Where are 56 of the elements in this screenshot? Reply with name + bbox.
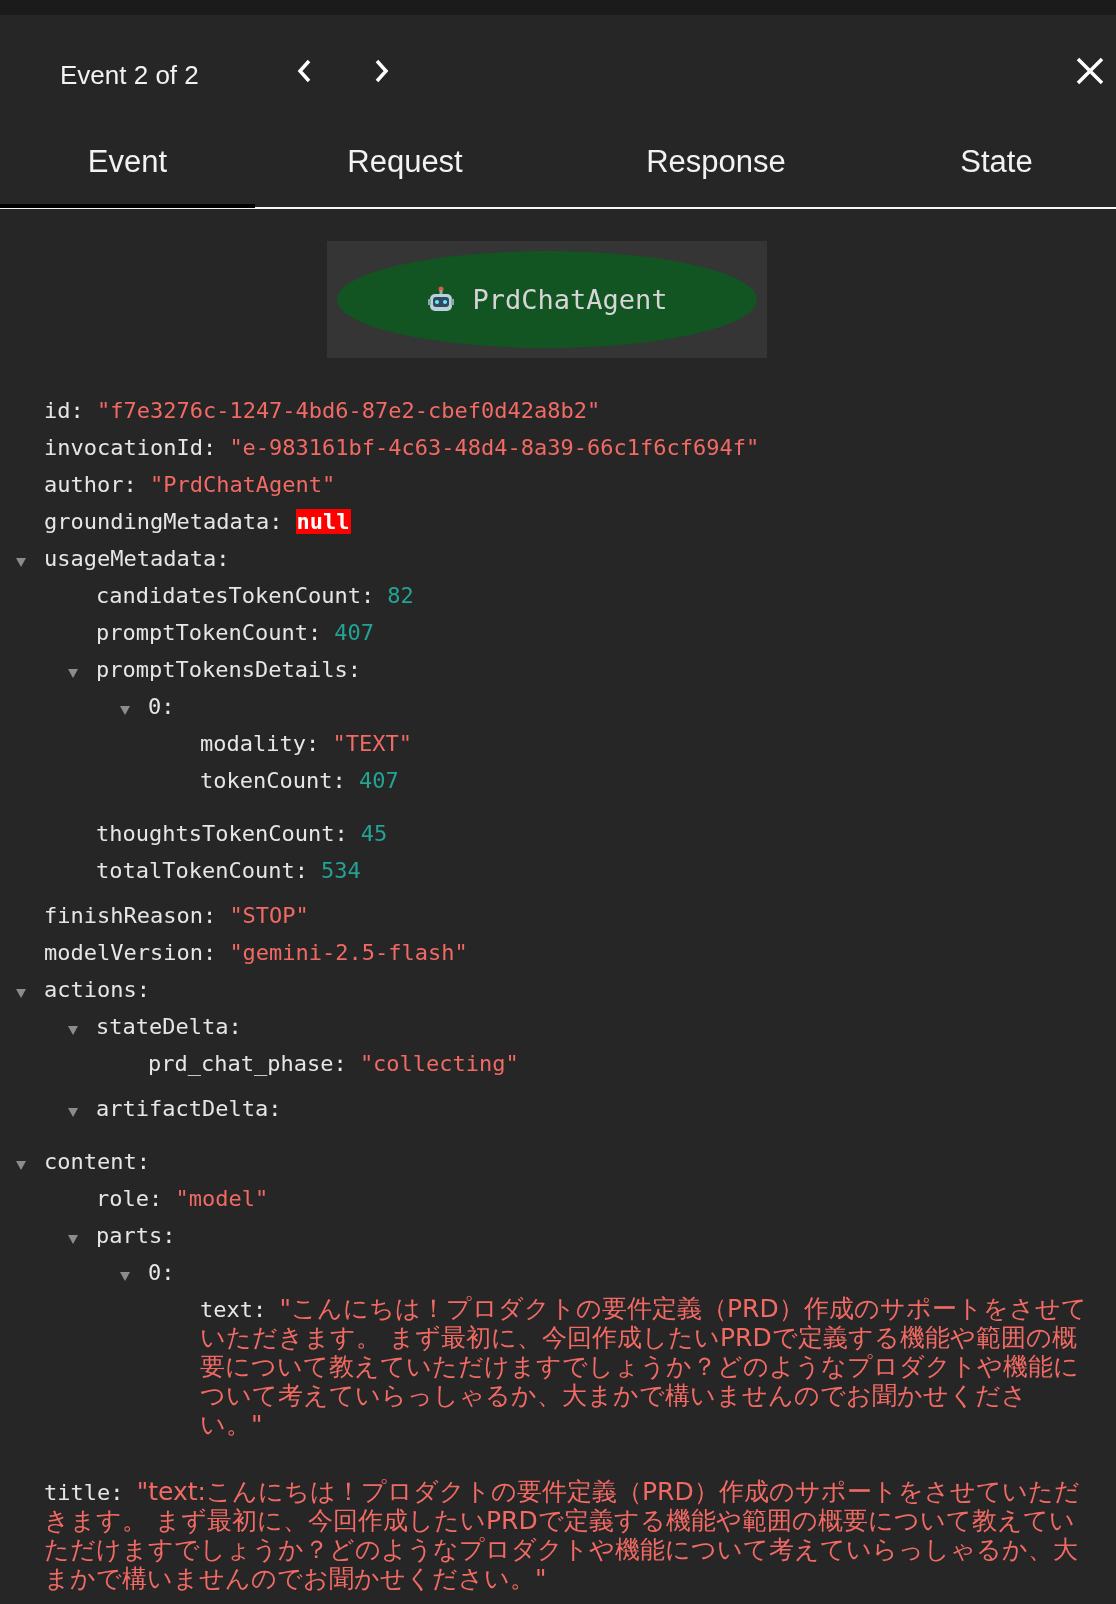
tree-key: tokenCount: bbox=[200, 768, 346, 793]
agent-name: PrdChatAgent bbox=[472, 284, 668, 315]
collapse-caret-icon[interactable] bbox=[16, 556, 26, 567]
string-value: "model" bbox=[175, 1186, 269, 1211]
tab[interactable]: Event bbox=[0, 125, 255, 208]
tree-key: modelVersion: bbox=[44, 940, 217, 965]
string-value: "STOP" bbox=[229, 903, 309, 928]
tree-key: role: bbox=[96, 1186, 163, 1211]
null-value: null bbox=[295, 509, 351, 534]
tree-key: 0: bbox=[148, 1260, 175, 1285]
collapse-caret-icon[interactable] bbox=[68, 667, 78, 678]
number-value: 407 bbox=[358, 768, 399, 793]
tree-key: author: bbox=[44, 472, 137, 497]
string-value: "f7e3276c-1247-4bd6-87e2-cbef0d42a8b2" bbox=[96, 398, 601, 423]
tree-key: usageMetadata: bbox=[44, 546, 230, 571]
collapse-caret-icon[interactable] bbox=[16, 1159, 26, 1170]
number-value: 82 bbox=[387, 583, 414, 608]
text-entry: text: "こんにちは！プロダクトの要件定義（PRD）作成のサポートをさせていただきます。 まず最初に、今回作成したいPRDで定義する機能や範囲の概要について教えていただけますでしょうか？どのようなプロダクトや機能について考えていらっしゃるか、大まかで構いませんのでお聞かせください。" bbox=[199, 1295, 1088, 1440]
tree-key: parts: bbox=[96, 1223, 176, 1248]
close-icon bbox=[1076, 56, 1104, 85]
tree-key: promptTokensDetails: bbox=[96, 657, 361, 682]
tree-key: finishReason: bbox=[44, 903, 217, 928]
tree-key: invocationId: bbox=[44, 435, 217, 460]
collapse-caret-icon[interactable] bbox=[68, 1024, 78, 1035]
tree-key: content: bbox=[44, 1149, 150, 1174]
tree-key: prd_chat_phase: bbox=[148, 1051, 347, 1076]
collapse-caret-icon[interactable] bbox=[16, 987, 26, 998]
tree-key: id: bbox=[44, 398, 84, 423]
string-value: "TEXT" bbox=[332, 731, 412, 756]
tab[interactable]: Response bbox=[555, 125, 877, 208]
number-value: 534 bbox=[321, 858, 361, 883]
tree-key: modality: bbox=[200, 731, 320, 756]
string-value: "gemini-2.5-flash" bbox=[229, 940, 468, 965]
tree-key: totalTokenCount: bbox=[96, 858, 308, 883]
event-counter: Event 2 of 2 bbox=[60, 60, 200, 91]
tab[interactable]: Request bbox=[255, 125, 555, 208]
tree-key: stateDelta: bbox=[96, 1014, 242, 1039]
string-value: "PrdChatAgent" bbox=[149, 472, 336, 497]
tree-key: promptTokenCount: bbox=[96, 620, 322, 645]
agent-node[interactable]: PrdChatAgent bbox=[337, 251, 757, 348]
number-value: 45 bbox=[360, 821, 388, 846]
number-value: 407 bbox=[334, 620, 375, 645]
tree-key: candidatesTokenCount: bbox=[96, 583, 375, 608]
tree-key: 0: bbox=[148, 694, 175, 719]
text-entry: title: "text:こんにちは！プロダクトの要件定義（PRD）作成のサポートをさせていただきます。 まず最初に、今回作成したいPRDで定義する機能や範囲の概要について教えていただけますでしょうか？どのようなプロダクトや機能について考えていらっしゃるか、大まかで構いませんのでお聞かせください。" bbox=[43, 1478, 1081, 1594]
collapse-caret-icon[interactable] bbox=[68, 1106, 78, 1117]
tree-key: groundingMetadata: bbox=[44, 509, 283, 534]
tree-key: thoughtsTokenCount: bbox=[96, 821, 348, 846]
tree-key: artifactDelta: bbox=[96, 1096, 282, 1121]
tab[interactable]: State bbox=[877, 125, 1116, 208]
collapse-caret-icon[interactable] bbox=[120, 1270, 130, 1281]
tree-key: actions: bbox=[44, 977, 150, 1002]
collapse-caret-icon[interactable] bbox=[120, 704, 130, 715]
string-value: "collecting" bbox=[359, 1051, 519, 1076]
collapse-caret-icon[interactable] bbox=[68, 1233, 78, 1244]
string-value: "e-983161bf-4c63-48d4-8a39-66c1f6cf694f" bbox=[229, 435, 760, 460]
